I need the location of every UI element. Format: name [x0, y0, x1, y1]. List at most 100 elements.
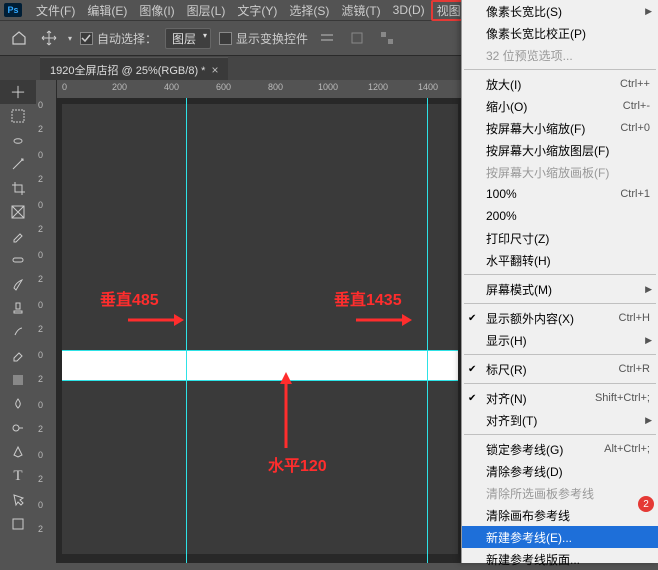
shortcut-label: Ctrl+R [619, 363, 650, 375]
menu-image[interactable]: 图像(I) [133, 0, 180, 21]
pen-tool[interactable] [0, 440, 36, 464]
annotation-badge-2: 2 [638, 496, 654, 512]
history-brush-tool[interactable] [0, 320, 36, 344]
layer-select-value: 图层 [172, 32, 196, 46]
menu-item[interactable]: 对齐(N) Shift+Ctrl+; [462, 387, 658, 409]
menu-item[interactable]: 水平翻转(H) [462, 249, 658, 271]
menu-item[interactable]: 新建参考线版面... [462, 548, 658, 570]
ruler-tick: 0 [38, 100, 43, 110]
check-icon [80, 32, 93, 45]
crop-tool[interactable] [0, 176, 36, 200]
ruler-tick: 1200 [368, 82, 388, 92]
menu-select[interactable]: 选择(S) [283, 0, 335, 21]
menu-type[interactable]: 文字(Y) [231, 0, 283, 21]
menu-item[interactable]: 像素长宽比(S) [462, 0, 658, 22]
menu-item[interactable]: 200% [462, 205, 658, 227]
ruler-tick: 0 [38, 300, 43, 310]
menu-item-label: 像素长宽比(S) [486, 3, 562, 20]
dropdown-icon[interactable]: ▾ [68, 34, 72, 43]
menu-item[interactable]: 锁定参考线(G) Alt+Ctrl+; [462, 438, 658, 460]
ruler-tick: 0 [38, 400, 43, 410]
guide-vertical[interactable] [186, 98, 187, 563]
move-tool[interactable] [0, 80, 36, 104]
menu-item[interactable]: 对齐到(T) [462, 409, 658, 431]
guide-vertical[interactable] [427, 98, 428, 563]
align-icon-2[interactable] [346, 27, 368, 49]
stamp-tool[interactable] [0, 296, 36, 320]
menu-item[interactable]: 清除画布参考线2 [462, 504, 658, 526]
type-tool[interactable]: T [0, 464, 36, 488]
close-icon[interactable]: × [211, 63, 218, 77]
document-title: 1920全屏店招 @ 25%(RGB/8) * [50, 62, 205, 78]
ruler-tick: 0 [38, 250, 43, 260]
checkbox-empty-icon [219, 32, 232, 45]
menu-file[interactable]: 文件(F) [30, 0, 81, 21]
menu-item[interactable]: 显示(H) [462, 329, 658, 351]
guide-horizontal[interactable] [62, 350, 458, 351]
shortcut-label: Alt+Ctrl+; [604, 443, 650, 455]
arrow-icon [126, 308, 186, 332]
home-icon[interactable] [8, 27, 30, 49]
menu-item[interactable]: 100%Ctrl+1 [462, 183, 658, 205]
menu-edit[interactable]: 编辑(E) [81, 0, 133, 21]
menu-item-label: 屏幕模式(M) [486, 281, 552, 298]
dodge-tool[interactable] [0, 416, 36, 440]
gradient-tool[interactable] [0, 368, 36, 392]
ruler-tick: 800 [268, 82, 283, 92]
menu-item-label: 新建参考线版面... [486, 551, 580, 568]
move-tool-icon[interactable] [38, 27, 60, 49]
menu-item[interactable]: 缩小(O)Ctrl+- [462, 95, 658, 117]
menu-item[interactable]: 新建参考线(E)... [462, 526, 658, 548]
wand-tool[interactable] [0, 152, 36, 176]
menu-item-label: 清除参考线(D) [486, 463, 563, 480]
eraser-tool[interactable] [0, 344, 36, 368]
menu-item-label: 对齐(N) [486, 390, 527, 407]
ruler-vertical[interactable]: 0 2 0 2 0 2 0 2 0 2 0 2 0 2 0 2 0 2 [36, 80, 57, 563]
blur-tool[interactable] [0, 392, 36, 416]
menu-item-label: 显示额外内容(X) [486, 310, 574, 327]
ruler-tick: 1000 [318, 82, 338, 92]
auto-select-checkbox[interactable]: 自动选择： [80, 30, 157, 47]
path-select-tool[interactable] [0, 488, 36, 512]
ruler-tick: 2 [38, 274, 43, 284]
menu-item[interactable]: 放大(I)Ctrl++ [462, 73, 658, 95]
menu-item-label: 打印尺寸(Z) [486, 230, 549, 247]
eyedropper-tool[interactable] [0, 224, 36, 248]
menu-item-label: 显示(H) [486, 332, 527, 349]
menu-layer[interactable]: 图层(L) [181, 0, 232, 21]
menu-item[interactable]: 像素长宽比校正(P) [462, 22, 658, 44]
shortcut-label: Shift+Ctrl+; [595, 392, 650, 404]
layer-select[interactable]: 图层 ▾ [165, 28, 211, 49]
ruler-tick: 400 [164, 82, 179, 92]
menu-item-label: 32 位预览选项... [486, 47, 573, 64]
layer-strip [62, 350, 458, 380]
menu-item-label: 锁定参考线(G) [486, 441, 563, 458]
menu-item[interactable]: 显示额外内容(X)Ctrl+H [462, 307, 658, 329]
ruler-tick: 0 [38, 450, 43, 460]
menu-item[interactable]: 按屏幕大小缩放(F)Ctrl+0 [462, 117, 658, 139]
menu-3d[interactable]: 3D(D) [387, 1, 431, 19]
shape-tool[interactable] [0, 512, 36, 536]
menu-item[interactable]: 标尺(R)Ctrl+R [462, 358, 658, 380]
menu-item[interactable]: 清除参考线(D) [462, 460, 658, 482]
heal-tool[interactable] [0, 248, 36, 272]
menu-item[interactable]: 屏幕模式(M) [462, 278, 658, 300]
menu-item[interactable]: 按屏幕大小缩放图层(F) [462, 139, 658, 161]
menu-item-label: 按屏幕大小缩放(F) [486, 120, 585, 137]
menu-item-label: 清除所选画板参考线 [486, 485, 594, 502]
lasso-tool[interactable] [0, 128, 36, 152]
brush-tool[interactable] [0, 272, 36, 296]
show-transform-checkbox[interactable]: 显示变换控件 [219, 30, 308, 47]
ruler-tick: 2 [38, 474, 43, 484]
guide-horizontal[interactable] [62, 380, 458, 381]
align-icon-1[interactable] [316, 27, 338, 49]
align-icon-3[interactable] [376, 27, 398, 49]
annotation-h: 水平120 [268, 452, 327, 476]
document-tab[interactable]: 1920全屏店招 @ 25%(RGB/8) * × [40, 57, 228, 82]
menu-item[interactable]: 打印尺寸(Z) [462, 227, 658, 249]
menu-filter[interactable]: 滤镜(T) [335, 0, 386, 21]
view-menu-dropdown: 像素长宽比(S) 像素长宽比校正(P) 32 位预览选项... 放大(I)Ctrl++… [461, 0, 658, 563]
frame-tool[interactable] [0, 200, 36, 224]
marquee-tool[interactable] [0, 104, 36, 128]
ruler-tick: 1400 [418, 82, 438, 92]
